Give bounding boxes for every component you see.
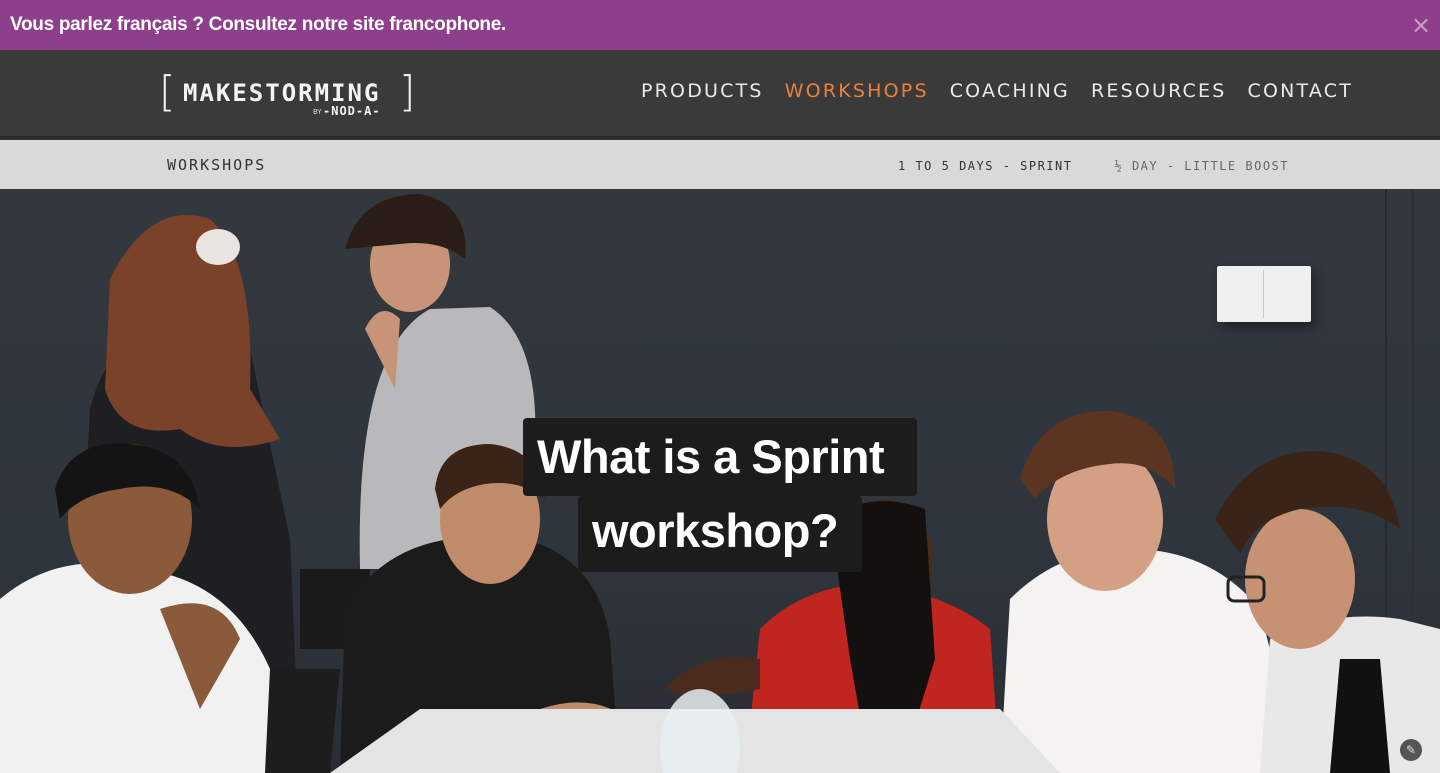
logo-by: BY [313,108,322,116]
nav-products[interactable]: PRODUCTS [641,80,764,102]
logo-wordmark: MAKESTORMING [183,79,381,107]
section-title: WORKSHOPS [167,156,267,174]
logo-bracket-right: ] [399,67,416,116]
language-banner: Vous parlez français ? Consultez notre s… [0,0,1440,50]
close-icon[interactable]: × [1410,13,1432,37]
hero-image: What is a Sprint workshop? ✎ [0,189,1440,773]
logo-subbrand: -NOD-A- [323,104,381,118]
makestorming-logo[interactable]: [ MAKESTORMING BY -NOD-A- ] [159,67,416,122]
workshop-photo [0,194,1440,773]
logo-bracket-left: [ [159,67,176,116]
primary-nav: PRODUCTS WORKSHOPS COACHING RESOURCES CO… [641,80,1374,102]
sub-navigation: WORKSHOPS 1 TO 5 DAYS - SPRINT ½ DAY - L… [0,140,1440,189]
subnav-links: 1 TO 5 DAYS - SPRINT ½ DAY - LITTLE BOOS… [898,159,1289,173]
nav-contact[interactable]: CONTACT [1248,80,1354,102]
nav-workshops[interactable]: WORKSHOPS [785,80,929,102]
subnav-link-sprint[interactable]: 1 TO 5 DAYS - SPRINT [898,159,1073,173]
nav-coaching[interactable]: COACHING [950,80,1070,102]
corner-feedback-icon[interactable]: ✎ [1400,739,1422,761]
nav-resources[interactable]: RESOURCES [1091,80,1227,102]
subnav-link-little-boost[interactable]: ½ DAY - LITTLE BOOST [1115,159,1290,173]
language-banner-link[interactable]: Vous parlez français ? Consultez notre s… [10,14,506,36]
main-navigation: [ MAKESTORMING BY -NOD-A- ] PRODUCTS WOR… [0,50,1440,138]
